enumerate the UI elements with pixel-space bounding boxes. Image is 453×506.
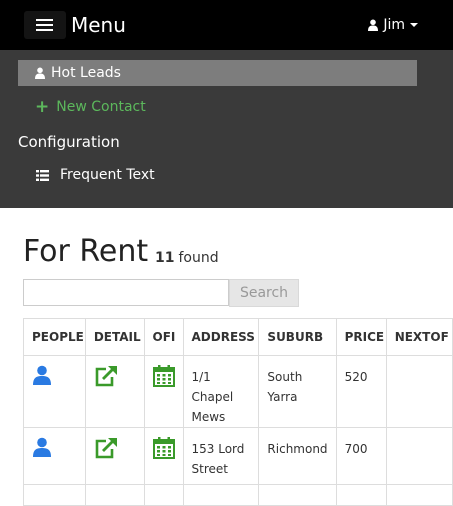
address-cell: 1/1 Chapel Mews (182, 355, 260, 428)
column-header-suburb[interactable]: SUBURB (258, 318, 337, 356)
ofi-cell (143, 427, 184, 485)
detail-cell (84, 427, 145, 485)
column-header-price[interactable]: PRICE (335, 318, 387, 356)
address-cell (182, 484, 260, 506)
nav-dropdown-menu: Hot Leads + New Contact Configuration Fr… (0, 50, 453, 208)
navbar: Menu Jim (0, 0, 453, 50)
menu-item-label: New Contact (56, 99, 146, 115)
external-link-icon[interactable] (94, 365, 118, 387)
result-count: 11 found (155, 248, 219, 268)
menu-header-label: Configuration (18, 133, 120, 151)
people-cell (23, 355, 86, 428)
hamburger-bar (36, 24, 53, 26)
ofi-cell (143, 355, 184, 428)
person-icon[interactable] (32, 365, 52, 385)
column-header-nextof[interactable]: NEXTOF (385, 318, 453, 356)
listings-table: PEOPLE DETAIL OFI ADDRESS SUBURB PRICE N… (23, 318, 453, 506)
search-input[interactable] (23, 279, 229, 306)
list-icon (36, 169, 49, 181)
menu-item-label: Frequent Text (60, 167, 155, 183)
external-link-icon[interactable] (94, 437, 118, 459)
column-header-people[interactable]: PEOPLE (23, 318, 86, 356)
detail-cell (84, 484, 145, 506)
hamburger-bar (36, 19, 53, 21)
table-header-row: PEOPLE DETAIL OFI ADDRESS SUBURB PRICE N… (23, 318, 453, 356)
people-cell (23, 427, 86, 485)
column-header-detail[interactable]: DETAIL (84, 318, 145, 356)
user-icon (35, 67, 45, 79)
menu-item-frequent-text[interactable]: Frequent Text (36, 164, 155, 186)
price-cell: 700 (335, 427, 387, 485)
plus-icon: + (35, 96, 50, 117)
menu-section-header: Configuration (18, 130, 120, 154)
people-cell (23, 484, 86, 506)
table-row: 153 Lord Street Richmond 700 (23, 427, 453, 485)
user-menu-toggle[interactable]: Jim (368, 15, 418, 35)
hamburger-menu-button[interactable] (24, 11, 66, 39)
nextof-cell (385, 355, 453, 428)
column-header-ofi[interactable]: OFI (143, 318, 184, 356)
brand-title[interactable]: Menu (71, 12, 126, 38)
person-icon[interactable] (32, 437, 52, 457)
suburb-cell: South Yarra (258, 355, 337, 428)
hamburger-bar (36, 29, 53, 31)
menu-item-hot-leads[interactable]: Hot Leads (18, 60, 417, 86)
nextof-cell (385, 427, 453, 485)
table-row: 1/1 Chapel Mews South Yarra 520 (23, 355, 453, 428)
calendar-icon[interactable] (152, 365, 175, 387)
detail-cell (84, 355, 145, 428)
column-header-address[interactable]: ADDRESS (182, 318, 260, 356)
user-icon (368, 19, 379, 31)
table-row (23, 484, 453, 506)
price-cell (335, 484, 387, 506)
nextof-cell (385, 484, 453, 506)
suburb-cell (258, 484, 337, 506)
result-count-number: 11 (155, 250, 175, 266)
price-cell: 520 (335, 355, 387, 428)
address-cell: 153 Lord Street (182, 427, 260, 485)
menu-item-label: Hot Leads (51, 65, 121, 81)
user-name: Jim (383, 17, 405, 33)
calendar-icon[interactable] (152, 437, 175, 459)
page-title: For Rent (23, 234, 149, 269)
caret-down-icon (410, 23, 418, 27)
menu-item-new-contact[interactable]: + New Contact (35, 96, 146, 118)
suburb-cell: Richmond (258, 427, 337, 485)
result-count-suffix: found (178, 250, 219, 266)
search-button[interactable]: Search (229, 279, 299, 307)
ofi-cell (143, 484, 184, 506)
